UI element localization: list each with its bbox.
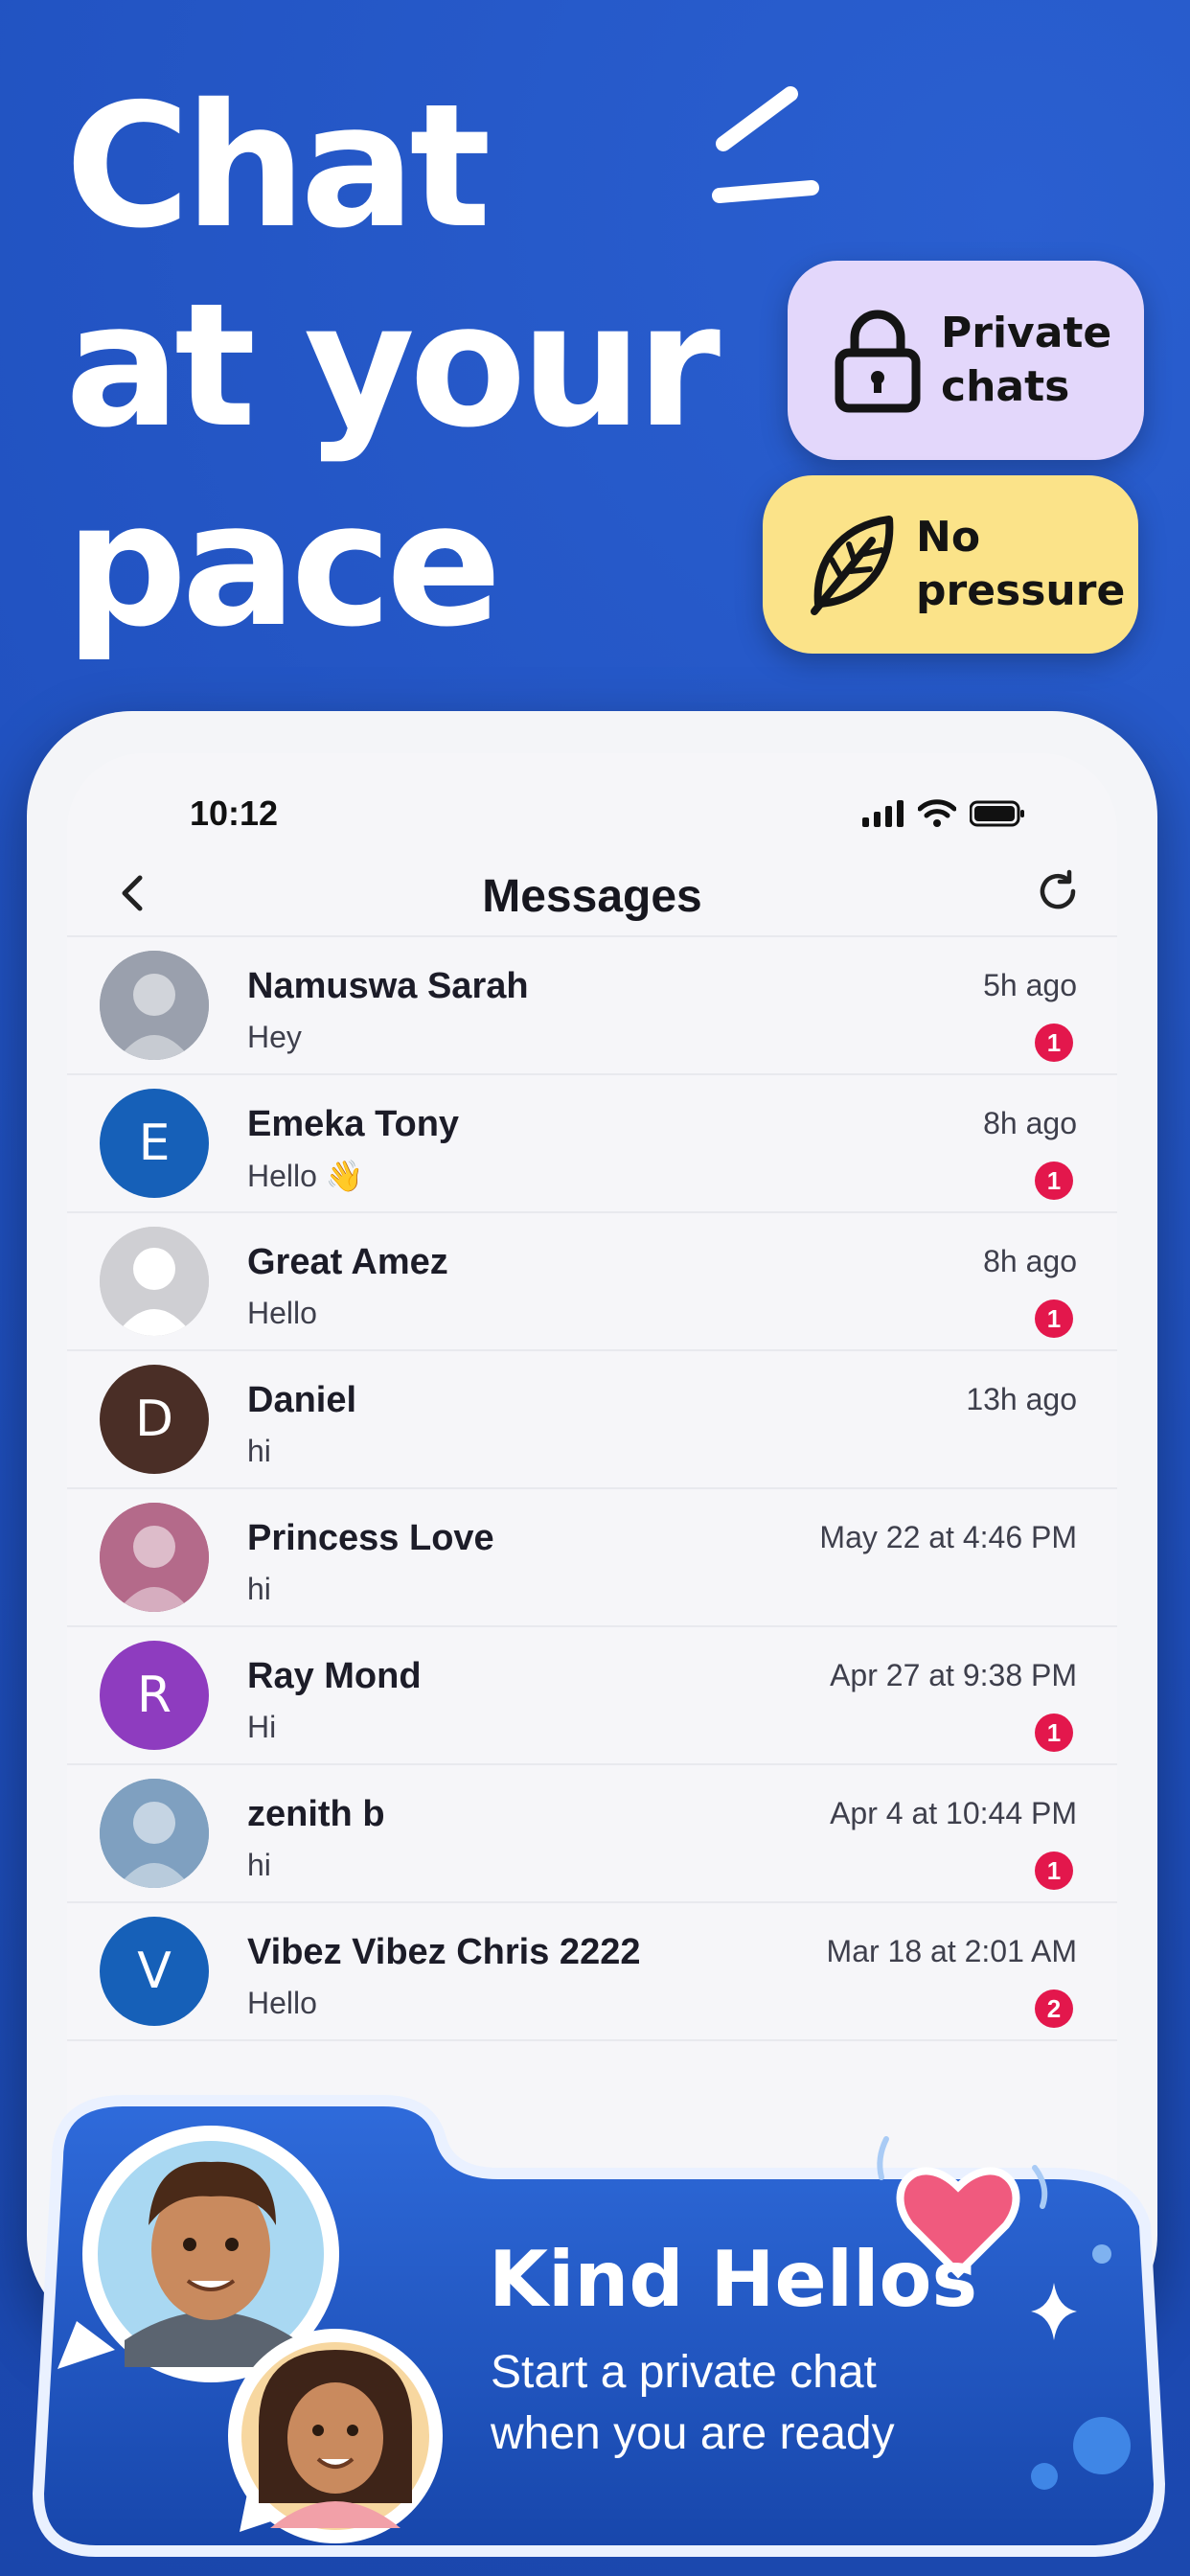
contact-name: Vibez Vibez Chris 2222 (247, 1932, 641, 1972)
message-time: Mar 18 at 2:01 AM (826, 1934, 1077, 1968)
message-preview: Hey (247, 1020, 302, 1054)
unread-badge: 1 (1035, 1852, 1073, 1890)
message-preview: Hello (247, 1296, 317, 1330)
hero-line-3: pace (65, 466, 502, 664)
hero-title: Chat at your pace (65, 67, 721, 665)
avatar[interactable] (100, 1779, 209, 1888)
hero-line-2: at your (65, 266, 721, 465)
message-time: 8h ago (983, 1106, 1077, 1140)
conversation-row[interactable]: Princess Love hi May 22 at 4:46 PM (67, 1489, 1117, 1627)
status-time: 10:12 (190, 794, 279, 833)
message-preview: Hi (247, 1710, 277, 1744)
message-time: 13h ago (966, 1382, 1077, 1416)
contact-name: Ray Mond (247, 1656, 422, 1696)
status-bar: 10:12 (67, 753, 1117, 840)
conversation-row[interactable]: Great Amez Hello 8h ago 1 (67, 1213, 1117, 1351)
avatar[interactable]: E (100, 1089, 209, 1198)
hero-line-1: Chat (65, 67, 492, 265)
page-title: Messages (482, 871, 702, 922)
promo-subtitle: Start a private chat when you are ready (491, 2347, 895, 2459)
conversation-row[interactable]: Namuswa Sarah Hey 5h ago 1 (67, 937, 1117, 1075)
avatar[interactable] (100, 1227, 209, 1336)
photo-avatar-icon (100, 951, 209, 1060)
message-time: 8h ago (983, 1244, 1077, 1278)
avatar[interactable]: D (100, 1365, 209, 1474)
contact-name: zenith b (247, 1794, 385, 1834)
conversation-row[interactable]: zenith b hi Apr 4 at 10:44 PM 1 (67, 1765, 1117, 1903)
leaf-icon (803, 512, 903, 617)
lock-icon (828, 307, 927, 414)
default-user-icon (100, 1227, 209, 1336)
no-pressure-label: No pressure (916, 513, 1126, 615)
unread-badge: 1 (1035, 1024, 1073, 1062)
nav-bar: Messages (67, 849, 1117, 935)
conversation-list: Namuswa Sarah Hey 5h ago 1 E Emeka Tony Hello … (67, 935, 1117, 2041)
private-chats-label: Private chats (941, 309, 1112, 411)
conversation-row[interactable]: D Daniel hi 13h ago (67, 1351, 1117, 1489)
no-pressure-pill: No pressure (763, 475, 1138, 654)
avatar[interactable]: R (100, 1641, 209, 1750)
unread-badge: 1 (1035, 1714, 1073, 1752)
message-preview: hi (247, 1572, 271, 1606)
message-time: Apr 4 at 10:44 PM (830, 1796, 1077, 1830)
refresh-icon[interactable] (1033, 866, 1083, 916)
message-preview: Hello (247, 1986, 317, 2020)
unread-badge: 1 (1035, 1300, 1073, 1338)
message-time: 5h ago (983, 968, 1077, 1002)
contact-name: Daniel (247, 1380, 357, 1420)
unread-badge: 1 (1035, 1162, 1073, 1200)
contact-name: Great Amez (247, 1242, 448, 1282)
avatar[interactable] (100, 951, 209, 1060)
signal-icon (862, 800, 904, 827)
message-preview: hi (247, 1848, 271, 1882)
contact-name: Namuswa Sarah (247, 966, 529, 1006)
photo-avatar-icon (100, 1779, 209, 1888)
girl-avatar-illustration (228, 2329, 443, 2543)
conversation-row[interactable]: V Vibez Vibez Chris 2222 Hello Mar 18 at 2:… (67, 1903, 1117, 2041)
avatar[interactable]: V (100, 1917, 209, 2026)
message-time: Apr 27 at 9:38 PM (830, 1658, 1077, 1692)
message-time: May 22 at 4:46 PM (819, 1520, 1077, 1554)
private-chats-pill: Private chats (788, 261, 1144, 460)
sparkle-lines-icon (712, 86, 819, 203)
contact-name: Princess Love (247, 1518, 494, 1558)
message-preview: Hello 👋 (247, 1159, 364, 1193)
kind-hellos-banner: Kind Hellos Start a private chat when yo… (19, 2082, 1174, 2561)
battery-icon (970, 800, 1024, 827)
conversation-row[interactable]: E Emeka Tony Hello 👋 8h ago 1 (67, 1075, 1117, 1213)
unread-badge: 2 (1035, 1990, 1073, 2028)
message-preview: hi (247, 1434, 271, 1468)
promo-title: Kind Hellos (489, 2235, 978, 2324)
status-icons (862, 799, 1025, 828)
wifi-icon (918, 799, 956, 827)
contact-name: Emeka Tony (247, 1104, 460, 1144)
avatar[interactable] (100, 1503, 209, 1612)
photo-avatar-icon (100, 1503, 209, 1612)
conversation-row[interactable]: R Ray Mond Hi Apr 27 at 9:38 PM 1 (67, 1627, 1117, 1765)
